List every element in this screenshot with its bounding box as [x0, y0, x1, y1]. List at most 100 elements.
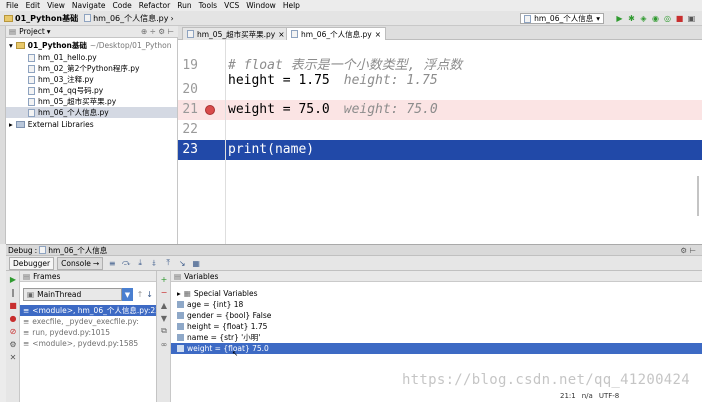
python-file-icon — [28, 53, 35, 62]
tab-hm06[interactable]: hm_06_个人信息.py × — [286, 27, 386, 40]
inline-value-hint: height: 1.75 — [343, 73, 438, 88]
breadcrumb-project[interactable]: 01_Python基础 — [4, 13, 78, 24]
tree-external-libraries[interactable]: ▸ External Libraries — [9, 119, 94, 130]
thread-selector[interactable]: ▣ MainThread ▼ ↑ ↓ — [23, 288, 153, 301]
tree-file[interactable]: hm_01_hello.py — [28, 52, 97, 63]
menu-run[interactable]: Run — [177, 1, 191, 10]
project-panel-title[interactable]: Project — [19, 27, 45, 36]
settings-icon[interactable]: ▣ — [687, 14, 696, 23]
line-separator[interactable]: n/a — [582, 392, 593, 400]
variables-side-toolbar: + − ▲ ▼ ⧉ ∞ — [157, 271, 171, 402]
menu-view[interactable]: View — [47, 1, 65, 10]
tree-file[interactable]: hm_05_超市买苹果.py — [28, 96, 116, 107]
library-icon — [15, 121, 25, 128]
chevron-down-icon[interactable]: ▼ — [122, 288, 133, 301]
tree-file[interactable]: hm_02_第2个Python程序.py — [28, 63, 139, 74]
pin-icon[interactable]: ✕ — [8, 352, 18, 362]
menu-edit[interactable]: Edit — [26, 1, 41, 10]
pause-icon[interactable]: ‖ — [8, 287, 18, 297]
frame-item[interactable]: ≡ <module>, pydevd.py:1585 — [20, 338, 156, 349]
menu-code[interactable]: Code — [113, 1, 132, 10]
menu-vcs[interactable]: VCS — [224, 1, 239, 10]
step-into-my-code-icon[interactable]: ⤈ — [149, 258, 159, 268]
glasses-icon[interactable]: ∞ — [159, 339, 169, 349]
variable-row[interactable]: height = {float} 1.75 — [171, 321, 702, 332]
panel-settings-icon[interactable]: ⊕ ÷ ⚙ ⊢ — [141, 27, 174, 36]
menu-refactor[interactable]: Refactor — [139, 1, 170, 10]
thread-name: MainThread — [37, 290, 82, 299]
variable-row[interactable]: name = {str} '小明' — [171, 332, 702, 343]
tab-debugger[interactable]: Debugger — [9, 256, 55, 270]
close-icon[interactable]: × — [375, 30, 381, 39]
frame-item[interactable]: ≡ execfile, _pydev_execfile.py: — [20, 316, 156, 327]
variable-row[interactable]: age = {int} 18 — [171, 299, 702, 310]
stop-icon[interactable]: ■ — [675, 14, 684, 23]
debug-side-toolbar: ▶ ‖ ■ ● ⊘ ⚙ ✕ — [6, 271, 20, 402]
python-file-icon — [39, 246, 47, 254]
code-editor[interactable]: 19 20 21 22 23 # float 表示是一个小数类型, 浮点数 he… — [178, 40, 702, 244]
copy-icon[interactable]: ⧉ — [159, 326, 169, 336]
python-file-icon — [524, 14, 532, 23]
coverage-icon[interactable]: ◈ — [639, 14, 648, 23]
frame-item-selected[interactable]: ≡ <module>, hm_06_个人信息.py:23 — [20, 305, 156, 316]
menu-navigate[interactable]: Navigate — [72, 1, 106, 10]
view-breakpoints-icon[interactable]: ● — [8, 313, 18, 323]
variable-row-selected[interactable]: weight = {float} 75.0 ↖ — [171, 343, 702, 358]
python-file-icon — [28, 97, 35, 106]
frames-list: ≡ <module>, hm_06_个人信息.py:23 ≡ execfile,… — [20, 305, 156, 349]
add-watch-icon[interactable]: + — [159, 274, 169, 284]
encoding[interactable]: UTF-8 — [599, 392, 619, 400]
variable-group-special[interactable]: ▸ ▦ Special Variables — [171, 288, 702, 299]
down-arrow-icon[interactable]: ↓ — [146, 290, 153, 299]
menu-file[interactable]: File — [6, 1, 19, 10]
stop-icon[interactable]: ■ — [8, 300, 18, 310]
run-toolbar: ▶ ✱ ◈ ◉ ◎ ■ ▣ — [612, 14, 696, 23]
tab-console[interactable]: Console → — [57, 256, 104, 270]
remove-watch-icon[interactable]: − — [159, 287, 169, 297]
step-over-icon[interactable]: ⤼ — [121, 258, 131, 268]
tab-hm05[interactable]: hm_05_超市买苹果.py × — [182, 27, 290, 40]
debug-icon[interactable]: ✱ — [627, 14, 636, 23]
concurrency-icon[interactable]: ◎ — [663, 14, 672, 23]
status-bar: 21:1 n/a UTF-8 — [560, 390, 702, 402]
frame-item[interactable]: ≡ run, pydevd.py:1015 — [20, 327, 156, 338]
gear-icon[interactable]: ⚙ ⊢ — [680, 246, 696, 255]
step-out-icon[interactable]: ⤒ — [163, 258, 173, 268]
watermark: https://blog.csdn.net/qq_41200424 — [401, 372, 690, 388]
tree-root[interactable]: ▾ 01_Python基础 ~/Desktop/01_Python — [9, 40, 171, 51]
menu-window[interactable]: Window — [246, 1, 276, 10]
menu-bar: File Edit View Navigate Code Refactor Ru… — [0, 0, 702, 11]
frame-icon: ≡ — [23, 306, 30, 315]
menu-help[interactable]: Help — [283, 1, 300, 10]
variable-icon — [177, 301, 184, 308]
editor-scrollbar[interactable] — [697, 176, 699, 216]
menu-tools[interactable]: Tools — [199, 1, 217, 10]
caret-position[interactable]: 21:1 — [560, 392, 576, 400]
breadcrumb-file[interactable]: hm_06_个人信息.py › — [84, 13, 174, 24]
step-into-icon[interactable]: ⤓ — [135, 258, 145, 268]
variable-row[interactable]: gender = {bool} False — [171, 310, 702, 321]
run-config-select[interactable]: hm_06_个人信息 ▾ — [520, 13, 604, 24]
settings-icon[interactable]: ⚙ — [8, 339, 18, 349]
up-arrow-icon[interactable]: ↑ — [137, 290, 144, 299]
chevron-down-icon: ▾ — [596, 14, 600, 23]
run-config-label: hm_06_个人信息 — [534, 14, 594, 23]
tree-file[interactable]: hm_04_qq号码.py — [28, 85, 103, 96]
move-up-icon[interactable]: ▲ — [159, 300, 169, 310]
variable-icon — [177, 334, 184, 341]
code-line: weight = 75.0 weight: 75.0 — [228, 102, 438, 117]
show-execution-point-icon[interactable]: ≡ — [107, 258, 117, 268]
close-icon[interactable]: × — [278, 30, 284, 39]
debug-toolbar: Debugger Console → ≡ ⤼ ⤓ ⤈ ⤒ ↘ ▦ — [6, 256, 702, 271]
tree-file[interactable]: hm_03_注释.py — [28, 74, 94, 85]
move-down-icon[interactable]: ▼ — [159, 313, 169, 323]
profile-icon[interactable]: ◉ — [651, 14, 660, 23]
run-icon[interactable]: ▶ — [615, 14, 624, 23]
run-to-cursor-icon[interactable]: ↘ — [177, 258, 187, 268]
chevron-right-icon: ▸ — [177, 289, 181, 298]
rerun-icon[interactable]: ▶ — [8, 274, 18, 284]
evaluate-icon[interactable]: ▦ — [191, 258, 201, 268]
mute-breakpoints-icon[interactable]: ⊘ — [8, 326, 18, 336]
breakpoint-icon[interactable] — [205, 105, 215, 115]
tree-file-selected[interactable]: hm_06_个人信息.py — [6, 107, 177, 118]
